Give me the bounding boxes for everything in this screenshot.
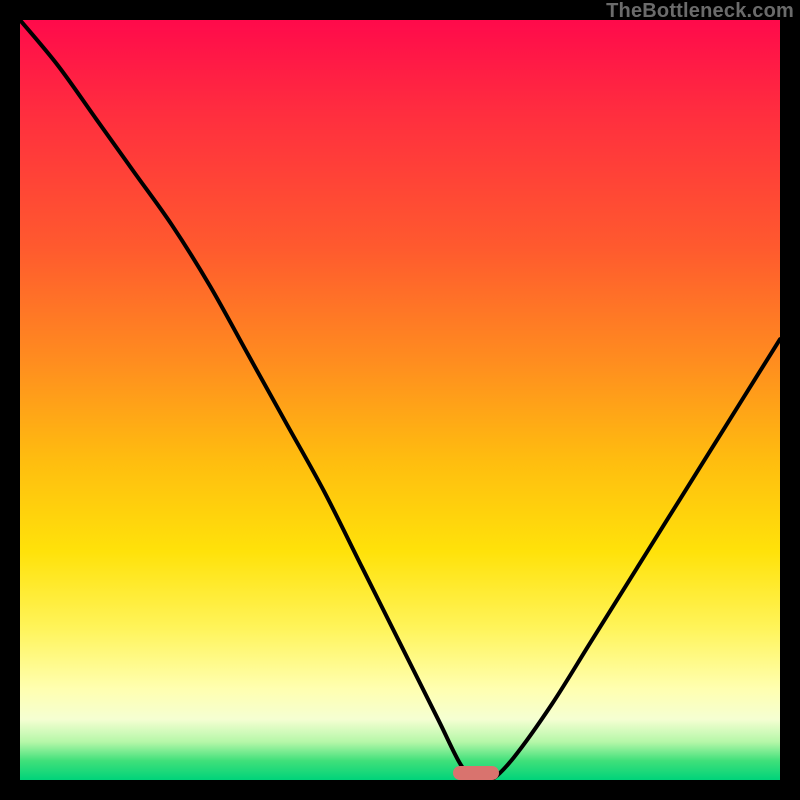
plot-area — [20, 20, 780, 780]
chart-frame: TheBottleneck.com — [0, 0, 800, 800]
optimum-marker — [453, 766, 499, 780]
bottleneck-curve — [20, 20, 780, 780]
